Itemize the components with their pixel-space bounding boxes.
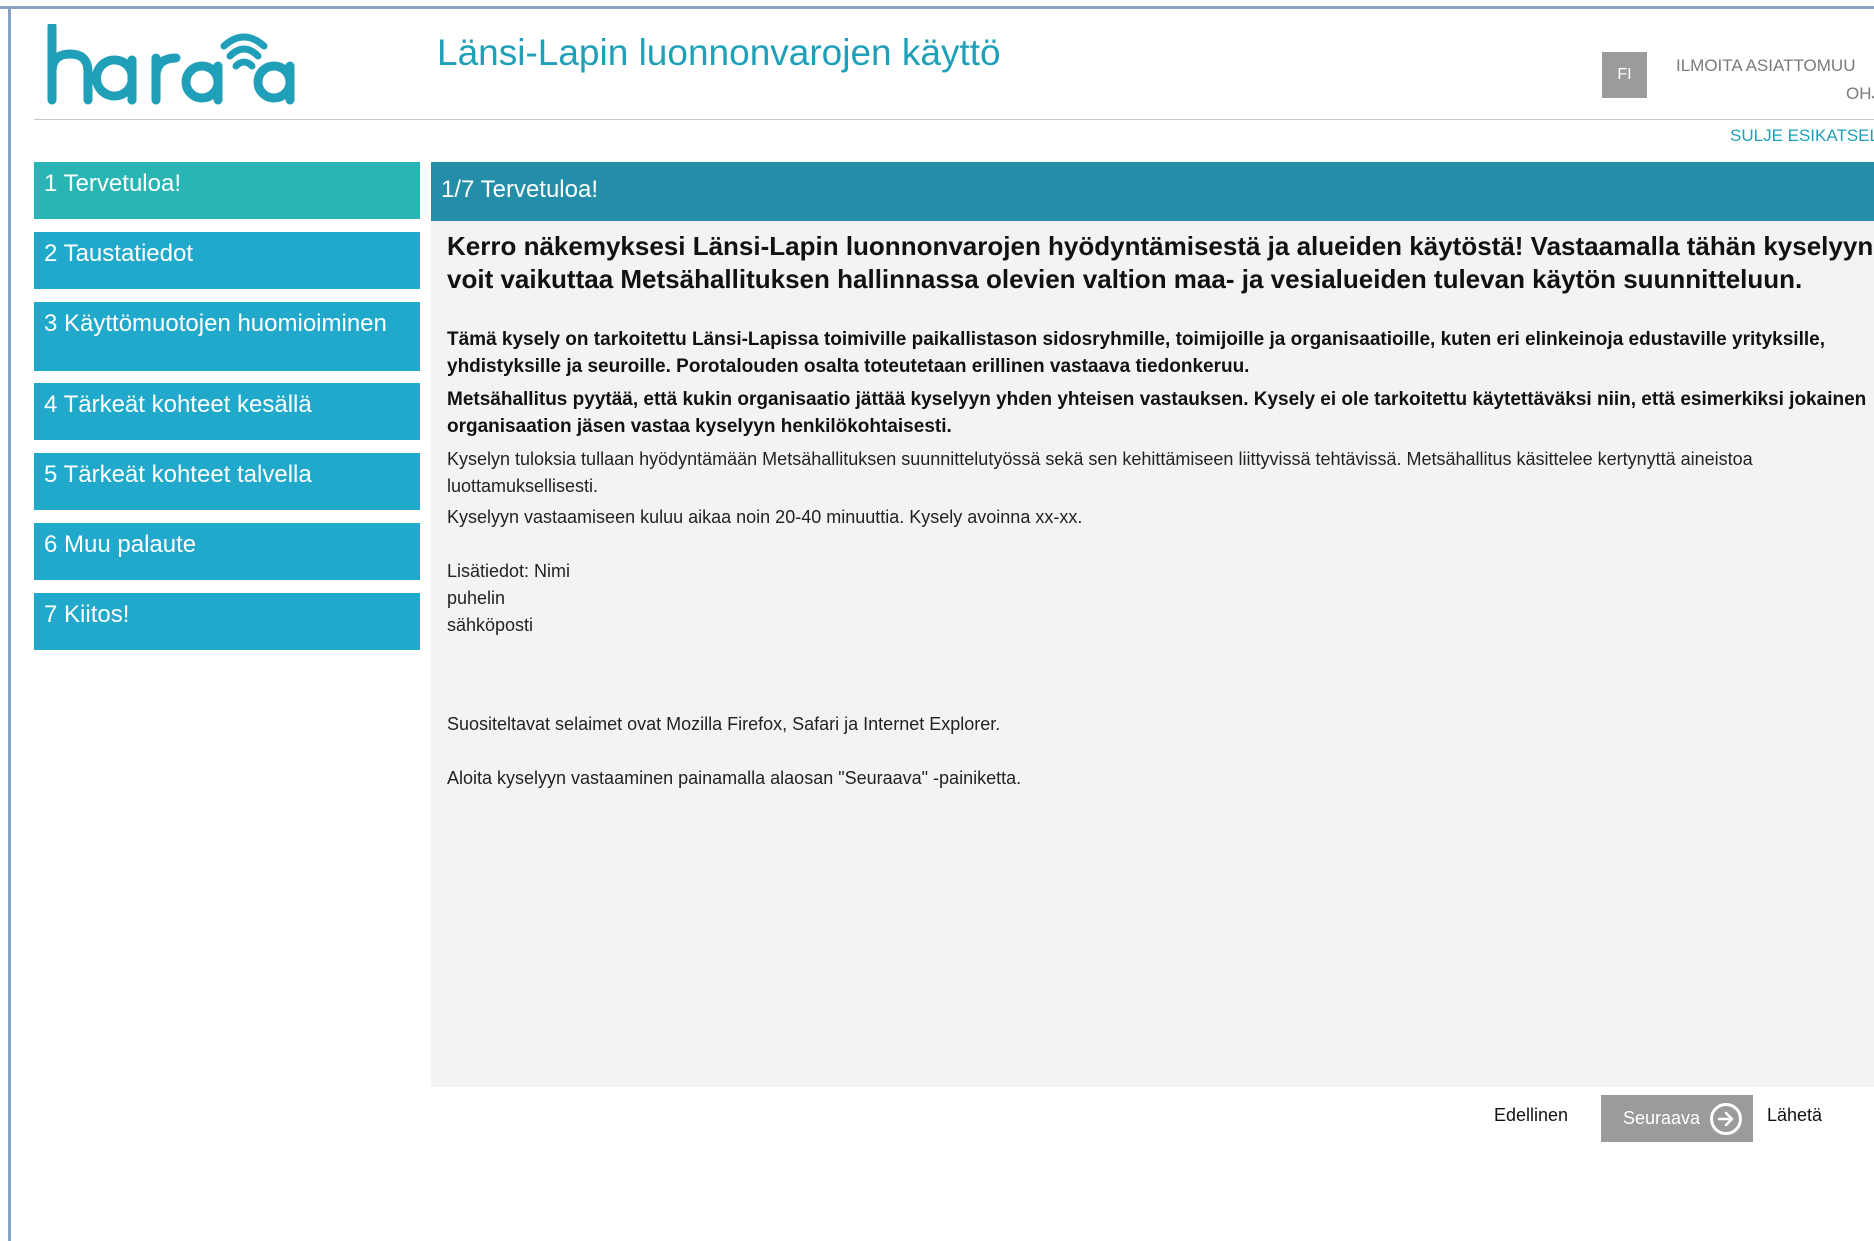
recommended-browsers: Suositeltavat selaimet ovat Mozilla Fire… <box>447 714 1001 734</box>
intro-bold-paragraph-1: Tämä kysely on tarkoitettu Länsi-Lapissa… <box>447 329 1825 377</box>
sidebar-item-label: 3 Käyttömuotojen huomioiminen <box>44 310 387 337</box>
sidebar-item-label: 1 Tervetuloa! <box>44 170 181 197</box>
sidebar-item-label: 6 Muu palaute <box>44 531 197 558</box>
panel-body: Kerro näkemyksesi Länsi-Lapin luonnonvar… <box>447 230 1874 792</box>
sidebar-item-label: 5 Tärkeät kohteet talvella <box>44 461 312 488</box>
lead-text-line2: voit vaikuttaa Metsähallituksen hallinna… <box>447 264 1803 294</box>
send-button[interactable]: Lähetä <box>1767 1105 1822 1126</box>
contact-phone: puhelin <box>447 588 506 608</box>
results-usage-paragraph: Kyselyn tuloksia tullaan hyödyntämään Me… <box>447 449 1753 496</box>
report-inappropriate-link[interactable]: ILMOITA ASIATTOMUU <box>1676 56 1855 76</box>
previous-button[interactable]: Edellinen <box>1494 1105 1568 1126</box>
content-panel: 1/7 Tervetuloa! Kerro näkemyksesi Länsi-… <box>431 162 1874 1087</box>
sidebar-item-label: 2 Taustatiedot <box>44 240 194 267</box>
language-button[interactable]: FI <box>1602 52 1647 98</box>
arrow-right-circle-icon <box>1710 1102 1743 1135</box>
help-link[interactable]: OHJ <box>1846 84 1874 104</box>
sidebar-item-label: 7 Kiitos! <box>44 601 130 628</box>
sidebar-item-label: 4 Tärkeät kohteet kesällä <box>44 391 312 418</box>
next-button[interactable]: Seuraava <box>1601 1095 1753 1142</box>
next-button-label: Seuraava <box>1623 1108 1701 1128</box>
sidebar-item-muu-palaute[interactable]: 6 Muu palaute <box>34 523 420 583</box>
sidebar-item-talvella[interactable]: 5 Tärkeät kohteet talvella <box>34 453 420 513</box>
start-instruction: Aloita kyselyyn vastaaminen painamalla a… <box>447 768 1022 788</box>
header-divider <box>34 119 1874 120</box>
sidebar-item-kesalla[interactable]: 4 Tärkeät kohteet kesällä <box>34 383 420 443</box>
sidebar-item-kayttomuotojen[interactable]: 3 Käyttömuotojen huomioiminen <box>34 302 420 374</box>
sidebar-item-kiitos[interactable]: 7 Kiitos! <box>34 593 420 653</box>
close-preview-link[interactable]: SULJE ESIKATSEL <box>1730 126 1874 146</box>
page-title: Länsi-Lapin luonnonvarojen käyttö <box>437 32 1001 73</box>
sidebar-item-taustatiedot[interactable]: 2 Taustatiedot <box>34 232 420 292</box>
lead-text-line1: Kerro näkemyksesi Länsi-Lapin luonnonvar… <box>447 231 1874 261</box>
panel-title: 1/7 Tervetuloa! <box>431 162 1874 221</box>
duration-paragraph: Kyselyyn vastaamiseen kuluu aikaa noin 2… <box>447 507 1083 527</box>
contact-name: Lisätiedot: Nimi <box>447 561 571 581</box>
harava-logo <box>44 21 304 108</box>
window-frame-top <box>0 6 1874 9</box>
sidebar-item-tervetuloa[interactable]: 1 Tervetuloa! <box>34 162 420 222</box>
window-frame-left <box>8 8 11 1241</box>
contact-email: sähköposti <box>447 615 534 635</box>
intro-bold-paragraph-2: Metsähallitus pyytää, että kukin organis… <box>447 389 1867 437</box>
